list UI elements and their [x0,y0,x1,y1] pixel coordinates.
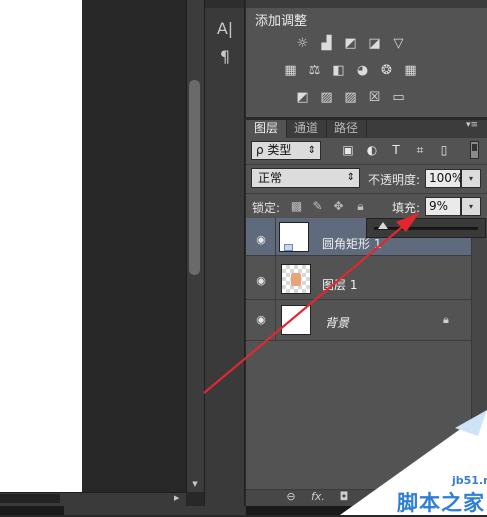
shape-filter-icon[interactable]: ⌗ [412,142,428,158]
layer-name[interactable]: 图层 1 [322,276,357,293]
scroll-down-arrow-icon[interactable]: ▼ [189,480,201,490]
opacity-label: 不透明度: [368,173,421,187]
layer-thumbnail-checker [281,264,311,294]
document-canvas[interactable] [0,0,82,492]
dock-header [205,0,244,8]
canvas-vertical-scroll-thumb[interactable] [189,80,200,275]
selective-color-icon[interactable]: ☒ [366,90,383,105]
blend-mode-value: 正常 [258,171,283,185]
levels-icon[interactable]: ▟ [318,36,335,51]
lock-position-icon[interactable]: ✥ [331,199,346,214]
color-balance-icon[interactable]: ⚖ [306,63,323,78]
image-filter-icon[interactable]: ▣ [340,142,356,158]
canvas-pasteboard [82,0,186,492]
type-filter-icon[interactable]: T [388,142,404,158]
filter-kind-arrow-icon: ⇕ [307,145,316,156]
filter-divider [246,164,487,165]
layer-lock-icon: 🔒︎ [443,313,449,326]
layer-thumbnail-white [281,305,311,335]
eye-icon[interactable]: ◉ [253,232,269,248]
gradient-map-icon[interactable]: ▭ [390,90,407,105]
adjustments-title: 添加调整 [255,14,308,29]
adjustment-filter-icon[interactable]: ◐ [364,142,380,158]
layer-filter-kind-select[interactable]: ρ 类型 ⇕ [251,141,321,160]
vibrance-icon[interactable]: ▽ [390,36,407,51]
fill-label: 填充: [392,201,421,215]
vector-mask-badge-icon [284,244,293,251]
link-icon[interactable]: ⊖ [282,490,300,504]
canvas-horizontal-scroll-thumb[interactable] [0,494,60,503]
collapsed-panel-dock [204,0,245,506]
curves-icon[interactable]: ◩ [342,36,359,51]
filter-kind-label: ρ 类型 [256,143,292,157]
layer-row-layer1[interactable] [246,256,471,300]
opacity-input[interactable]: 100% [425,169,463,188]
photo-filter-icon[interactable]: ◕ [354,63,371,78]
tab-paths[interactable]: 路径 [326,120,368,138]
scroll-right-arrow-icon[interactable]: ▶ [174,494,184,504]
status-bar-segment [64,506,246,515]
watermark-url: jb51.net [452,474,487,487]
threshold-icon[interactable]: ▨ [342,90,359,105]
layer-thumbnail-shape [279,222,309,252]
brightness-icon[interactable]: ☼ [294,36,311,51]
tab-channels[interactable]: 通道 [286,120,328,138]
fill-input[interactable]: 9% [425,197,461,216]
character-panel-icon[interactable]: A| [210,18,240,40]
black-white-icon[interactable]: ◧ [330,63,347,78]
watermark-logo: 脚本之家 [397,491,485,515]
fill-dropdown-button[interactable]: ▾ [461,197,481,216]
color-lookup-icon[interactable]: ▦ [402,63,419,78]
layer-name[interactable]: 背景 [325,314,349,331]
eye-icon[interactable]: ◉ [253,312,269,328]
lock-transparent-icon[interactable]: ▩ [289,199,304,214]
adjustments-tab-bar [246,0,487,8]
eye-icon[interactable]: ◉ [253,273,269,289]
thumbnail-content [291,273,301,286]
channel-mixer-icon[interactable]: ❂ [378,63,395,78]
fx-icon[interactable]: fx. [309,490,327,504]
layer-row-background[interactable] [246,300,471,341]
blend-divider [246,193,487,194]
filter-toggle-knob [472,144,477,151]
blend-mode-arrow-icon: ⇕ [346,172,355,183]
invert-icon[interactable]: ◩ [294,90,311,105]
fill-slider-handle[interactable] [378,222,389,229]
hue-saturation-icon[interactable]: ▦ [282,63,299,78]
blend-mode-select[interactable]: 正常 ⇕ [251,168,360,188]
fill-slider-track[interactable] [374,227,478,230]
posterize-icon[interactable]: ▨ [318,90,335,105]
exposure-icon[interactable]: ◪ [366,36,383,51]
lock-all-icon[interactable]: 🔒︎ [353,199,368,214]
lock-label: 锁定: [252,201,281,215]
lock-image-icon[interactable]: ✎ [310,199,325,214]
paragraph-panel-icon[interactable]: ¶ [210,46,240,68]
smart-object-filter-icon[interactable]: ▯ [436,142,452,158]
opacity-dropdown-button[interactable]: ▾ [461,169,481,188]
panel-menu-icon[interactable]: ▾≡ [466,120,484,136]
tab-layers[interactable]: 图层 [246,120,288,138]
